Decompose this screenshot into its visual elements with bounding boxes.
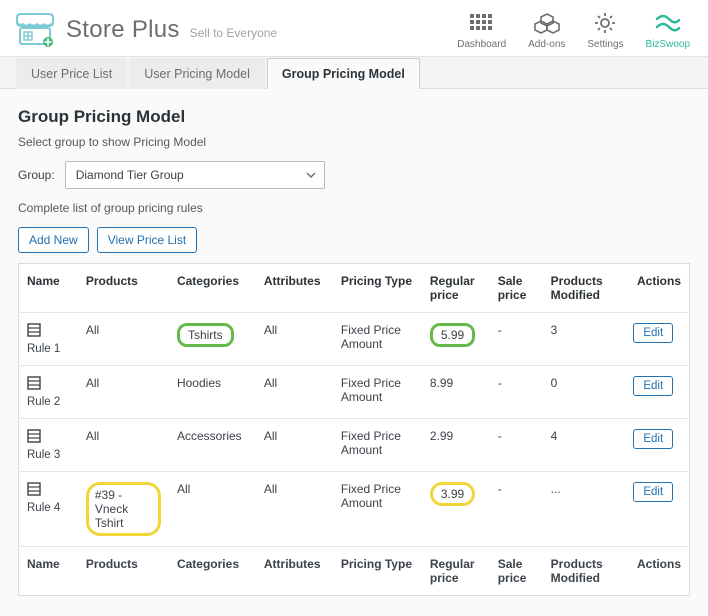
drag-handle-icon[interactable] bbox=[27, 323, 41, 337]
cell-categories: Accessories bbox=[169, 419, 256, 472]
nav-dashboard[interactable]: Dashboard bbox=[457, 10, 506, 50]
rule-name: Rule 3 bbox=[27, 449, 60, 461]
rule-name: Rule 4 bbox=[27, 502, 60, 514]
cell-attributes: All bbox=[256, 419, 333, 472]
brand-tagline: Sell to Everyone bbox=[190, 26, 277, 40]
table-row: Rule 1AllTshirtsAllFixed Price Amount5.9… bbox=[19, 313, 690, 366]
cell-sale-price: - bbox=[490, 472, 543, 547]
brand-name: Store Plus bbox=[66, 16, 180, 44]
cell-pricing-type: Fixed Price Amount bbox=[333, 313, 422, 366]
cell-sale-price: - bbox=[490, 419, 543, 472]
tab-user-pricing-model[interactable]: User Pricing Model bbox=[129, 58, 265, 89]
col-pricing-type: Pricing Type bbox=[333, 264, 422, 313]
edit-button[interactable]: Edit bbox=[633, 429, 673, 449]
cell-products: #39 - Vneck Tshirt bbox=[78, 472, 169, 547]
cell-attributes: All bbox=[256, 366, 333, 419]
group-selected-value: Diamond Tier Group bbox=[76, 168, 184, 182]
cell-attributes: All bbox=[256, 313, 333, 366]
cell-attributes: All bbox=[256, 472, 333, 547]
col-name: Name bbox=[19, 264, 78, 313]
cell-pricing-type: Fixed Price Amount bbox=[333, 419, 422, 472]
cell-categories: Hoodies bbox=[169, 366, 256, 419]
edit-button[interactable]: Edit bbox=[633, 323, 673, 343]
addons-icon bbox=[528, 10, 565, 36]
nav-bizswoop-label: BizSwoop bbox=[646, 39, 690, 50]
col-attributes: Attributes bbox=[256, 264, 333, 313]
drag-handle-icon[interactable] bbox=[27, 376, 41, 390]
cell-products-modified: 0 bbox=[543, 366, 626, 419]
table-row: Rule 3AllAccessoriesAllFixed Price Amoun… bbox=[19, 419, 690, 472]
edit-button[interactable]: Edit bbox=[633, 376, 673, 396]
tab-user-price-list[interactable]: User Price List bbox=[16, 58, 127, 89]
nav-settings[interactable]: Settings bbox=[587, 10, 623, 50]
cell-sale-price: - bbox=[490, 313, 543, 366]
group-select[interactable]: Diamond Tier Group bbox=[65, 161, 325, 189]
settings-gear-icon bbox=[587, 10, 623, 36]
col-regular-price: Regular price bbox=[422, 264, 490, 313]
view-price-list-button[interactable]: View Price List bbox=[97, 227, 197, 253]
rule-name: Rule 1 bbox=[27, 343, 60, 355]
table-footer-row: Name Products Categories Attributes Pric… bbox=[19, 547, 690, 596]
tab-group-pricing-model[interactable]: Group Pricing Model bbox=[267, 58, 420, 89]
cell-pricing-type: Fixed Price Amount bbox=[333, 366, 422, 419]
drag-handle-icon[interactable] bbox=[27, 429, 41, 443]
cell-regular-price: 5.99 bbox=[422, 313, 490, 366]
cell-regular-price: 3.99 bbox=[422, 472, 490, 547]
help-rule-list: Complete list of group pricing rules bbox=[18, 201, 690, 215]
cell-regular-price: 8.99 bbox=[422, 366, 490, 419]
nav-settings-label: Settings bbox=[587, 39, 623, 50]
col-categories: Categories bbox=[169, 264, 256, 313]
page-title: Group Pricing Model bbox=[18, 107, 690, 127]
cell-products-modified: 4 bbox=[543, 419, 626, 472]
table-header-row: Name Products Categories Attributes Pric… bbox=[19, 264, 690, 313]
group-label: Group: bbox=[18, 168, 55, 182]
table-row: Rule 4#39 - Vneck TshirtAllAllFixed Pric… bbox=[19, 472, 690, 547]
store-plus-logo-icon bbox=[14, 12, 56, 48]
drag-handle-icon[interactable] bbox=[27, 482, 41, 496]
cell-products-modified: ... bbox=[543, 472, 626, 547]
cell-sale-price: - bbox=[490, 366, 543, 419]
cell-products: All bbox=[78, 366, 169, 419]
col-products: Products bbox=[78, 264, 169, 313]
add-new-button[interactable]: Add New bbox=[18, 227, 89, 253]
col-sale-price: Sale price bbox=[490, 264, 543, 313]
cell-products: All bbox=[78, 419, 169, 472]
edit-button[interactable]: Edit bbox=[633, 482, 673, 502]
cell-categories: All bbox=[169, 472, 256, 547]
cell-products: All bbox=[78, 313, 169, 366]
col-actions: Actions bbox=[625, 264, 689, 313]
chevron-down-icon bbox=[306, 172, 316, 178]
cell-products-modified: 3 bbox=[543, 313, 626, 366]
dashboard-icon bbox=[457, 10, 506, 36]
table-row: Rule 2AllHoodiesAllFixed Price Amount8.9… bbox=[19, 366, 690, 419]
cell-categories: Tshirts bbox=[169, 313, 256, 366]
col-products-modified: Products Modified bbox=[543, 264, 626, 313]
nav-addons-label: Add-ons bbox=[528, 39, 565, 50]
bizswoop-icon bbox=[646, 10, 690, 36]
nav-bizswoop[interactable]: BizSwoop bbox=[646, 10, 690, 50]
help-select-group: Select group to show Pricing Model bbox=[18, 135, 690, 149]
nav-addons[interactable]: Add-ons bbox=[528, 10, 565, 50]
cell-regular-price: 2.99 bbox=[422, 419, 490, 472]
nav-dashboard-label: Dashboard bbox=[457, 39, 506, 50]
cell-pricing-type: Fixed Price Amount bbox=[333, 472, 422, 547]
rule-name: Rule 2 bbox=[27, 396, 60, 408]
